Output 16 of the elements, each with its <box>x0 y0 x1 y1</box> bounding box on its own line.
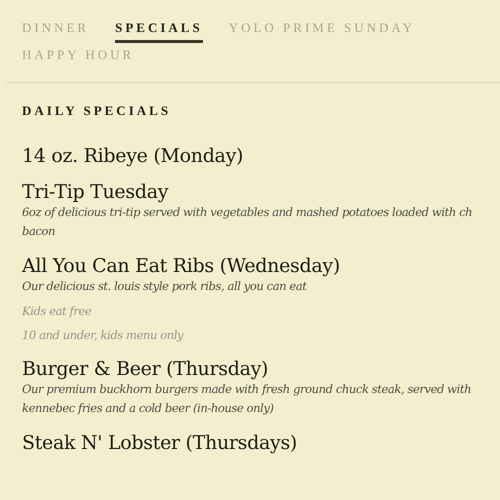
section-title: DAILY SPECIALS <box>22 103 172 119</box>
menu-tab[interactable]: HAPPY HOUR <box>22 45 134 70</box>
menu-tab[interactable]: SPECIALS <box>115 18 203 43</box>
special-title: 14 oz. Ribeye (Monday) <box>22 145 244 167</box>
special-title: Burger & Beer (Thursday) <box>22 358 270 380</box>
special-note: Kids eat free <box>22 303 92 320</box>
special-title: Steak N' Lobster (Thursdays) <box>22 432 298 454</box>
special-description: Our premium buckhorn burgers made with fresh ground chuck steak, served with kennebec fries and a cold beer (in-house only) <box>22 381 472 417</box>
menu-tab[interactable]: YOLO PRIME SUNDAY <box>228 18 416 43</box>
special-note: 10 and under, kids menu only <box>22 327 184 344</box>
special-title: All You Can Eat Ribs (Wednesday) <box>22 255 341 277</box>
special-description: bacon <box>22 223 56 240</box>
special-title: Tri-Tip Tuesday <box>22 181 170 203</box>
special-description: 6oz of delicious tri-tip served with vegetables and mashed potatoes loaded with ch <box>22 204 474 221</box>
special-description: Our delicious st. louis style pork ribs, all you can eat <box>22 278 308 295</box>
menu-tab[interactable]: DINNER <box>22 18 90 43</box>
